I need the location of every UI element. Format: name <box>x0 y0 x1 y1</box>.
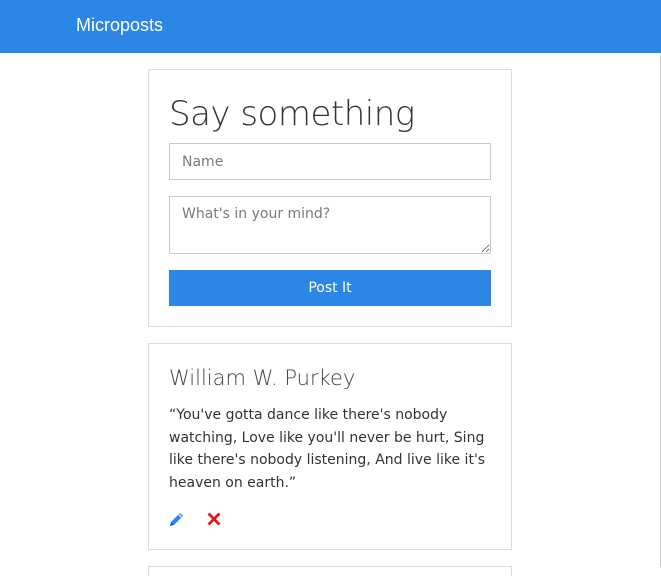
next-post-card <box>148 566 512 576</box>
pencil-icon[interactable] <box>167 509 187 529</box>
post-text: “You've gotta dance like there's nobody … <box>169 407 486 491</box>
close-icon[interactable] <box>204 509 224 529</box>
brand-link[interactable]: Microposts <box>76 15 163 36</box>
name-input[interactable] <box>169 143 491 180</box>
post-author: William W. Purkey <box>169 366 356 390</box>
post-body-input[interactable] <box>169 196 491 254</box>
post-form-card: Say something Post It <box>148 69 512 327</box>
post-it-button[interactable]: Post It <box>169 270 491 306</box>
post-card: William W. Purkey “You've gotta dance li… <box>148 343 512 550</box>
navbar: Microposts <box>0 0 661 53</box>
form-title: Say something <box>169 94 415 134</box>
